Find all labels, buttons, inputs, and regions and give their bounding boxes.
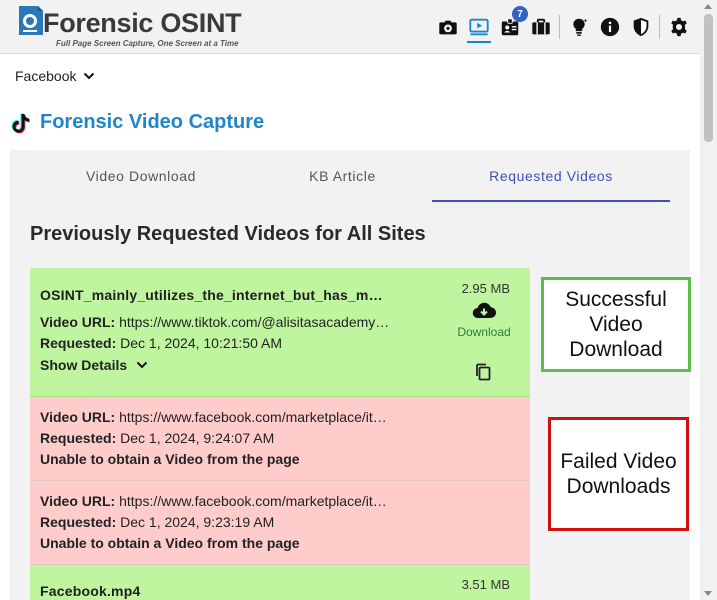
logo-badge-icon (19, 6, 43, 35)
video-url-line: Video URL: https://www.facebook.com/mark… (40, 493, 390, 509)
logo-title: Forensic OSINT (43, 8, 242, 38)
site-selector[interactable]: Facebook (15, 68, 96, 84)
requested-value: Dec 1, 2024, 9:23:19 AM (120, 514, 275, 530)
error-message: Unable to obtain a Video from the page (40, 535, 300, 551)
camera-button[interactable] (433, 12, 463, 42)
video-play-icon (469, 18, 489, 36)
camera-icon (439, 20, 457, 35)
section-heading: Previously Requested Videos for All Site… (30, 223, 426, 245)
scroll-down-arrow-icon[interactable] (704, 591, 712, 596)
requested-value: Dec 1, 2024, 9:24:07 AM (120, 430, 275, 446)
tips-button[interactable] (564, 12, 594, 42)
requested-label: Requested: (40, 430, 117, 446)
scroll-thumb[interactable] (704, 14, 713, 142)
app-header: Forensic OSINT Full Page Screen Capture,… (0, 0, 700, 54)
tab-bar: Video Download KB Article Requested Vide… (10, 150, 690, 202)
file-size: 3.51 MB (461, 577, 510, 592)
cases-button[interactable]: 7 (495, 6, 528, 42)
briefcase-icon (532, 18, 550, 35)
download-button[interactable]: Download (455, 301, 513, 339)
callout-successful-download: Successful Video Download (541, 277, 691, 372)
page-scrollbar[interactable] (700, 0, 717, 600)
video-url-label: Video URL: (40, 314, 116, 330)
file-size: 2.95 MB (461, 281, 510, 296)
toolbar-divider (559, 15, 560, 39)
download-label: Download (457, 325, 511, 339)
toolbar: 7 (432, 6, 694, 43)
info-icon (600, 17, 620, 37)
requested-value: Dec 1, 2024, 10:21:50 AM (120, 335, 283, 351)
video-item-failed: Video URL: https://www.facebook.com/mark… (30, 397, 530, 481)
video-url-line: Video URL: https://www.facebook.com/mark… (40, 409, 390, 425)
video-filename: Facebook.mp4 (40, 583, 141, 599)
requested-line: Requested: Dec 1, 2024, 10:21:50 AM (40, 335, 390, 351)
video-url-value[interactable]: https://www.tiktok.com/@alisitasacademy/… (119, 314, 390, 330)
requested-videos-list: OSINT_mainly_utilizes_the_internet_but_h… (30, 268, 530, 600)
security-button[interactable] (626, 12, 656, 42)
video-item-success: Facebook.mp4 3.51 MB (30, 565, 530, 600)
callout-failed-downloads: Failed Video Downloads (548, 417, 689, 531)
app-logo: Forensic OSINT Full Page Screen Capture,… (16, 4, 256, 50)
video-capture-button[interactable] (464, 12, 494, 43)
shield-icon (633, 17, 649, 37)
video-capture-panel: Video Download KB Article Requested Vide… (10, 150, 690, 600)
tab-kb-article[interactable]: KB Article (260, 150, 425, 202)
site-selector-value: Facebook (15, 68, 77, 84)
page-title: Forensic Video Capture (40, 111, 265, 133)
lightbulb-icon (573, 18, 588, 36)
show-details-toggle[interactable]: Show Details (40, 357, 149, 373)
cloud-download-icon (472, 302, 496, 319)
settings-button[interactable] (664, 12, 694, 42)
toolbar-divider (659, 15, 660, 39)
briefcase-button[interactable] (526, 12, 556, 42)
video-url-label: Video URL: (40, 409, 116, 425)
requested-label: Requested: (40, 335, 117, 351)
logo-tagline: Full Page Screen Capture, One Screen at … (56, 39, 239, 48)
video-url-label: Video URL: (40, 493, 116, 509)
requested-line: Requested: Dec 1, 2024, 9:23:19 AM (40, 514, 390, 530)
error-message: Unable to obtain a Video from the page (40, 451, 300, 467)
video-url-line: Video URL: https://www.tiktok.com/@alisi… (40, 314, 390, 330)
video-url-value[interactable]: https://www.facebook.com/marketplace/ite… (119, 493, 390, 509)
video-filename: OSINT_mainly_utilizes_the_internet_but_h… (40, 287, 388, 303)
chevron-down-icon (136, 361, 148, 369)
tiktok-icon (11, 112, 30, 133)
scroll-up-arrow-icon[interactable] (704, 4, 712, 9)
requested-label: Requested: (40, 514, 117, 530)
chevron-down-icon (84, 72, 95, 80)
show-details-label: Show Details (40, 357, 128, 373)
tab-requested-videos[interactable]: Requested Videos (432, 150, 670, 202)
video-item-success: OSINT_mainly_utilizes_the_internet_but_h… (30, 268, 530, 397)
page-title-row: Forensic Video Capture (10, 111, 264, 134)
copy-icon[interactable] (473, 362, 493, 382)
info-button[interactable] (595, 12, 625, 42)
gear-icon (671, 17, 687, 37)
video-url-value[interactable]: https://www.facebook.com/marketplace/ite… (119, 409, 390, 425)
requested-line: Requested: Dec 1, 2024, 9:24:07 AM (40, 430, 390, 446)
video-item-failed: Video URL: https://www.facebook.com/mark… (30, 481, 530, 565)
tab-video-download[interactable]: Video Download (52, 150, 230, 202)
